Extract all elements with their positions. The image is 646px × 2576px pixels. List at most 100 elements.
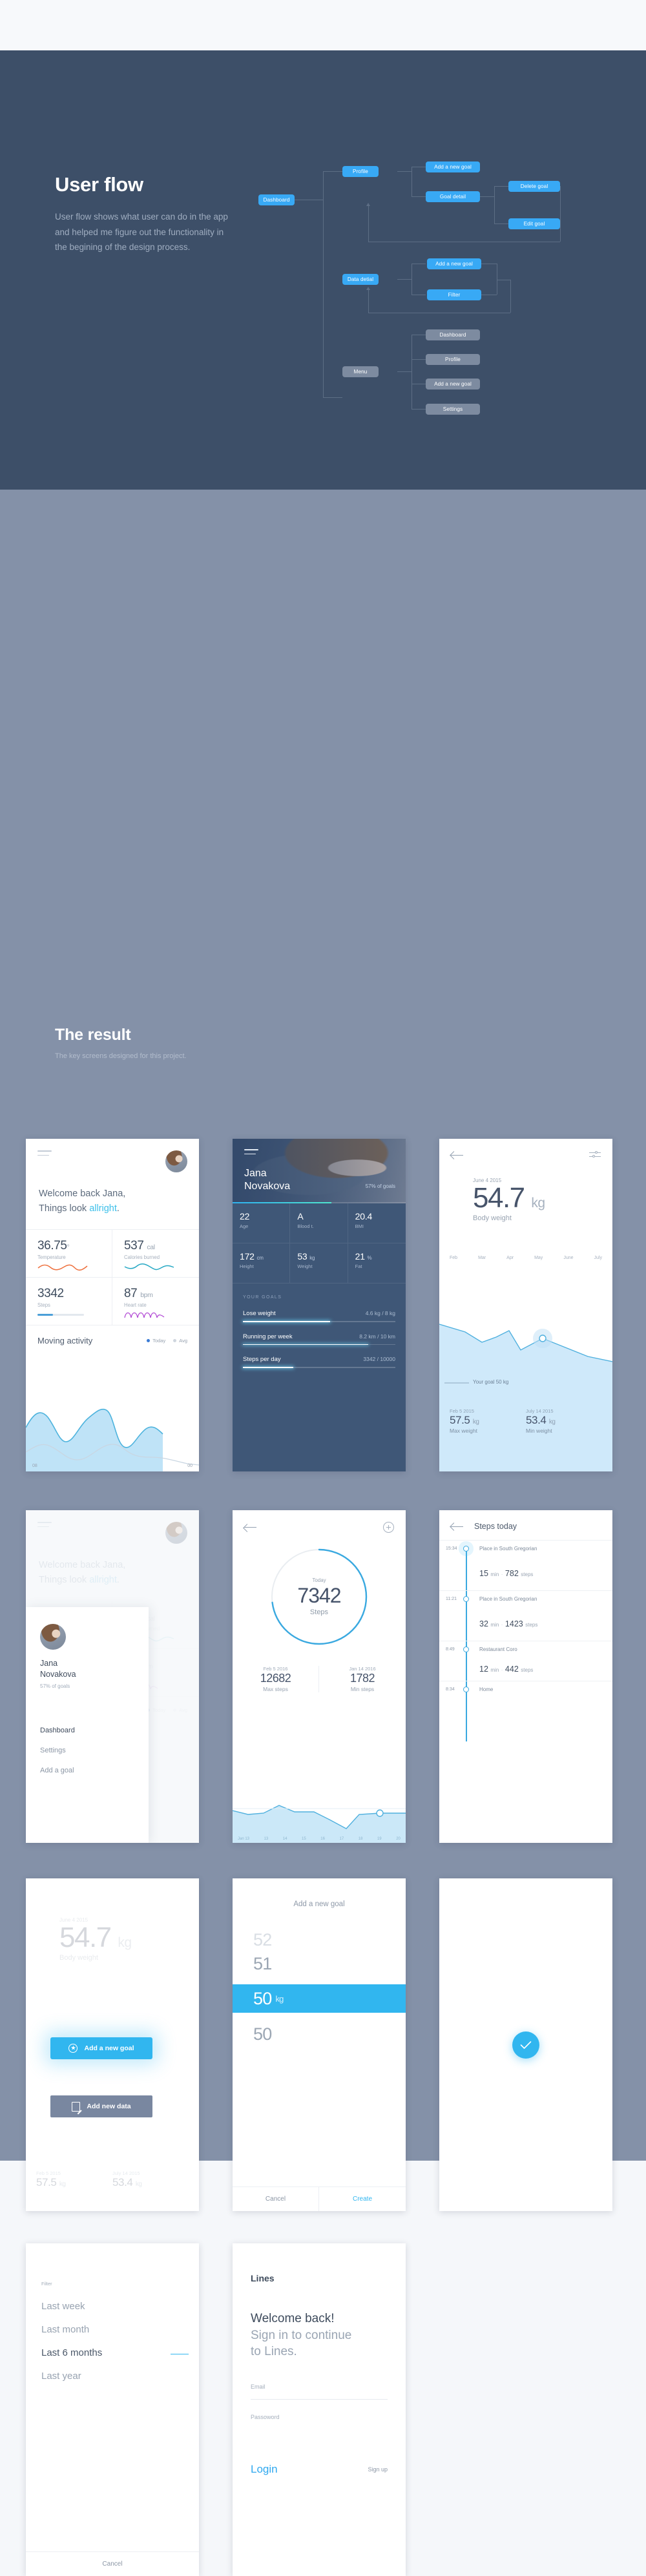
flow-connector — [368, 205, 369, 242]
picker-selected-value: 50 — [253, 1988, 272, 2008]
picker-option-selected[interactable]: 50 kg — [233, 1984, 406, 2013]
cancel-button[interactable]: Cancel — [233, 2187, 319, 2211]
email-field[interactable]: Email — [251, 2360, 388, 2400]
drawer-item-dashboard[interactable]: Dashboard — [40, 1727, 134, 1734]
user-flow-title: User flow — [55, 173, 143, 196]
login-heading-line-2: Sign in to continue — [251, 2328, 352, 2342]
screen-filter[interactable]: Filter Last week Last month Last 6 month… — [26, 2243, 199, 2576]
drawer-item-settings[interactable]: Settings — [40, 1747, 134, 1754]
drawer-item-add-goal[interactable]: Add a goal — [40, 1767, 134, 1774]
add-new-data-button[interactable]: Add new data — [50, 2095, 152, 2117]
menu-icon[interactable] — [37, 1150, 52, 1159]
drawer-user-name: Jana Novakova — [40, 1659, 76, 1679]
goal-row-steps[interactable]: Steps per day 3342 / 10000 — [243, 1356, 395, 1368]
bodyweight-value: 54.7 kg — [473, 1182, 545, 1214]
back-icon[interactable] — [451, 1150, 464, 1159]
stat-card-temperature[interactable]: 36.75° Temperature — [26, 1230, 112, 1278]
screen-profile[interactable]: Jana Novakova 57% of goals 22 Age A Blood … — [233, 1139, 406, 1471]
screen-menu-drawer[interactable]: Welcome back Jana, Things look allright.… — [26, 1510, 199, 1843]
screen-login[interactable]: Lines Welcome back! Sign in to continue … — [233, 2243, 406, 2576]
flow-node-menu-dashboard[interactable]: Dashboard — [426, 329, 480, 340]
add-icon[interactable] — [383, 1522, 394, 1533]
metric-blood-type: A Blood t. — [290, 1203, 348, 1243]
screen-steps[interactable]: Today 7342 Steps Feb 5 2016 12682 Max st… — [233, 1510, 406, 1843]
menu-icon[interactable] — [244, 1149, 258, 1158]
avatar[interactable] — [40, 1624, 66, 1650]
stat-card-steps[interactable]: 3342 Steps — [26, 1278, 112, 1326]
metric-bmi: 20.4 BMI — [348, 1203, 406, 1243]
screen-goal-picker[interactable]: Add a new goal 52 51 50 kg 50 Cancel Crea… — [233, 1878, 406, 2211]
flow-node-delete-goal[interactable]: Delete goal — [508, 181, 560, 192]
steps-ring-value: 7342 — [297, 1584, 341, 1608]
timeline-entry-header[interactable]: 8:49 Restaurant Coro — [439, 1641, 612, 1657]
create-button[interactable]: Create — [319, 2187, 406, 2211]
drawer-panel: Jana Novakova 57% of goals Dashboard Set… — [26, 1607, 149, 1843]
back-icon[interactable] — [451, 1522, 464, 1531]
dashboard-topbar — [26, 1139, 199, 1172]
stat-value: 3342 — [37, 1287, 64, 1301]
timeline-entry-stats: 32 min · 1423 steps — [479, 1619, 538, 1628]
stat-value: 36.75° — [37, 1239, 70, 1253]
screen-steps-today[interactable]: Steps today 15:34 Place in South Gregori… — [439, 1510, 612, 1843]
password-label: Passoword — [251, 2413, 280, 2420]
result-section: The result The key screens designed for … — [0, 490, 646, 2576]
screen-body-weight[interactable]: June 4 2015 54.7 kg Body weight Feb Mar Ap… — [439, 1139, 612, 1471]
screen-dashboard[interactable]: Welcome back Jana, Things look allright.… — [26, 1139, 199, 1471]
picker-wheel[interactable]: 52 51 50 kg 50 — [233, 1908, 406, 2044]
entry-place: Place in South Gregorian — [479, 1546, 537, 1552]
legend-dot-icon — [147, 1339, 151, 1343]
goal-row-running[interactable]: Running per week 8.2 km / 10 km — [243, 1333, 395, 1345]
stat-label: Heart rate — [124, 1302, 147, 1309]
moving-activity-header: Moving activity Today Avg — [26, 1325, 199, 1345]
screen-add-actions[interactable]: June 4 2015 54.7 kg Body weight ★ Add a … — [26, 1878, 199, 2211]
goal-row-lose-weight[interactable]: Lose weight 4.6 kg / 8 kg — [243, 1310, 395, 1322]
picker-option-below-1[interactable]: 50 — [233, 2024, 406, 2044]
flow-node-add-new-goal-2[interactable]: Add a new goal — [427, 258, 481, 269]
flow-node-profile[interactable]: Profile — [342, 166, 379, 177]
avatar[interactable] — [165, 1150, 187, 1172]
flow-node-goal-detail[interactable]: Goal detail — [426, 191, 480, 202]
filter-option-last-6-months[interactable]: Last 6 months — [26, 2347, 199, 2371]
flow-node-menu-add-goal[interactable]: Add a new goal — [426, 379, 480, 390]
flow-node-add-new-goal[interactable]: Add a new goal — [426, 161, 480, 172]
steps-min: Jan 14 2016 1782 Min steps — [349, 1666, 376, 1692]
picker-option-above-2[interactable]: 52 — [233, 1930, 406, 1950]
check-icon — [512, 2031, 539, 2059]
flow-node-menu-settings[interactable]: Settings — [426, 404, 480, 415]
flow-node-edit-goal[interactable]: Edit goal — [508, 218, 560, 229]
bodyweight-max: Feb 5 2015 57.5 kg Max weight — [450, 1408, 479, 1434]
steps-max: Feb 5 2016 12682 Max steps — [233, 1666, 319, 1692]
password-field[interactable]: Passoword — [251, 2400, 388, 2429]
result-subtitle: The key screens designed for this projec… — [55, 1052, 187, 1060]
filter-option-last-year[interactable]: Last year — [26, 2371, 199, 2394]
entry-time: 15:34 — [446, 1546, 457, 1551]
settings-sliders-icon[interactable] — [589, 1150, 601, 1159]
steps-trend-chart — [233, 1805, 406, 1843]
cancel-button[interactable]: Cancel — [26, 2551, 199, 2576]
entry-time: 8:34 — [446, 1687, 455, 1692]
back-icon[interactable] — [244, 1523, 257, 1532]
flow-node-filter[interactable]: Filter — [427, 289, 481, 300]
flow-node-dashboard[interactable]: Dashboard — [258, 194, 295, 205]
flow-connector — [323, 397, 342, 398]
picker-option-above-1[interactable]: 51 — [233, 1954, 406, 1974]
flow-node-menu[interactable]: Menu — [342, 366, 379, 377]
timeline-entry-header[interactable]: 11:21 Place in South Gregorian — [439, 1590, 612, 1607]
flow-connector — [412, 196, 426, 197]
flow-node-menu-profile[interactable]: Profile — [426, 354, 480, 365]
profile-goal-percent: 57% of goals — [365, 1183, 395, 1189]
screen-success[interactable] — [439, 1878, 612, 2211]
signup-link[interactable]: Sign up — [368, 2466, 388, 2473]
filter-option-last-month[interactable]: Last month — [26, 2324, 199, 2347]
timeline-entry-last[interactable]: 8:34 Home — [439, 1681, 612, 1698]
login-button[interactable]: Login — [251, 2463, 278, 2476]
flow-connector — [412, 409, 426, 410]
flow-connector — [480, 196, 494, 197]
timeline-entry-header[interactable]: 15:34 Place in South Gregorian — [439, 1540, 612, 1557]
stat-card-calories[interactable]: 537 cal Calories burned — [112, 1230, 199, 1278]
add-new-goal-button[interactable]: ★ Add a new goal — [50, 2037, 152, 2059]
stat-card-heartrate[interactable]: 87 bpm Heart rate — [112, 1278, 199, 1326]
filter-option-last-week[interactable]: Last week — [26, 2301, 199, 2324]
add-new-goal-label: Add a new goal — [84, 2044, 134, 2052]
flow-node-data-detail[interactable]: Data detial — [342, 274, 379, 285]
